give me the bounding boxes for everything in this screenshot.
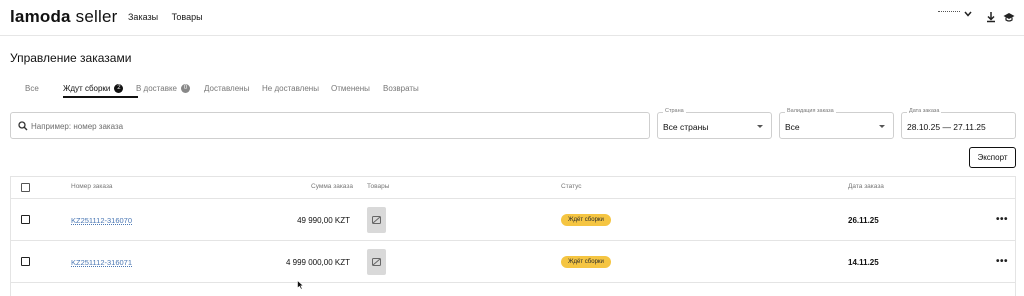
select-all-checkbox[interactable] (21, 183, 30, 192)
validation-select-label: Валидация заказа (785, 108, 836, 114)
tab-in-delivery[interactable]: В доставке 0 (136, 84, 190, 94)
date-range-value: 28.10.25 — 27.11.25 (907, 122, 986, 132)
table-row[interactable]: KZ251112-316071 4 999 000,00 KZT Ждёт сб… (11, 241, 1015, 283)
more-actions-icon[interactable]: ••• (996, 256, 1008, 267)
status-tabs: Все Ждут сборки 2 В доставке 0 Доставлены … (10, 76, 1020, 100)
tab-cancelled[interactable]: Отменены (331, 84, 370, 93)
product-thumbnail[interactable] (367, 207, 386, 233)
top-bar: lamoda seller Заказы Товары (0, 0, 1024, 36)
graduation-cap-icon[interactable] (1003, 11, 1015, 23)
validation-select[interactable]: Валидация заказа Все (779, 108, 894, 139)
date-range-picker[interactable]: Дата заказа 28.10.25 — 27.11.25 (901, 108, 1016, 139)
column-status: Статус (561, 183, 582, 190)
row-checkbox[interactable] (21, 257, 30, 266)
image-placeholder-icon (372, 216, 381, 224)
chevron-down-icon (964, 11, 972, 17)
column-order-date[interactable]: Дата заказа (848, 183, 884, 190)
order-sum: 49 990,00 KZT (297, 216, 350, 225)
status-badge: Ждёт сборки (561, 214, 611, 226)
table-row[interactable]: KZ251112-316070 49 990,00 KZT Ждёт сборк… (11, 199, 1015, 241)
caret-down-icon (757, 125, 763, 128)
status-badge: Ждёт сборки (561, 256, 611, 268)
user-name (938, 10, 960, 14)
image-placeholder-icon (372, 258, 381, 266)
tab-returns[interactable]: Возвраты (383, 84, 419, 93)
top-nav: Заказы Товары (128, 12, 214, 22)
tab-not-delivered[interactable]: Не доставлены (262, 84, 319, 93)
validation-select-value: Все (785, 122, 800, 132)
search-input[interactable]: Например: номер заказа (10, 112, 650, 139)
order-number-link[interactable]: KZ251112-316070 (71, 216, 132, 225)
tab-awaiting-assembly[interactable]: Ждут сборки 2 (63, 84, 124, 94)
search-placeholder: Например: номер заказа (31, 122, 124, 131)
tab-count-badge: 2 (114, 84, 124, 94)
country-select-label: Страна (663, 108, 686, 114)
user-menu[interactable] (938, 10, 972, 17)
date-range-label: Дата заказа (907, 108, 942, 114)
table-header: Номер заказа Сумма заказа Товары Статус … (11, 177, 1015, 199)
page-title: Управление заказами (10, 51, 132, 65)
row-checkbox[interactable] (21, 215, 30, 224)
order-date: 14.11.25 (848, 258, 879, 267)
country-select-value: Все страны (663, 122, 709, 132)
more-actions-icon[interactable]: ••• (996, 214, 1008, 225)
search-icon (18, 121, 28, 131)
caret-down-icon (879, 125, 885, 128)
column-order-number[interactable]: Номер заказа (71, 183, 113, 190)
order-sum: 4 999 000,00 KZT (285, 258, 350, 267)
country-select[interactable]: Страна Все страны (657, 108, 772, 139)
nav-orders[interactable]: Заказы (128, 12, 158, 22)
product-thumbnail[interactable] (367, 249, 386, 275)
column-order-sum[interactable]: Сумма заказа (311, 183, 353, 190)
orders-table: Номер заказа Сумма заказа Товары Статус … (10, 176, 1016, 296)
tab-delivered[interactable]: Доставлены (204, 84, 249, 93)
mouse-cursor-icon (297, 280, 304, 290)
column-products: Товары (367, 183, 390, 190)
tab-all[interactable]: Все (25, 84, 39, 93)
download-icon[interactable] (985, 11, 997, 23)
order-number-link[interactable]: KZ251112-316071 (71, 258, 132, 267)
tab-count-badge: 0 (181, 84, 190, 94)
nav-products[interactable]: Товары (172, 12, 203, 22)
export-button[interactable]: Экспорт (969, 147, 1016, 168)
order-date: 26.11.25 (848, 216, 879, 225)
active-tab-indicator (63, 96, 138, 98)
logo[interactable]: lamoda seller (10, 7, 117, 27)
